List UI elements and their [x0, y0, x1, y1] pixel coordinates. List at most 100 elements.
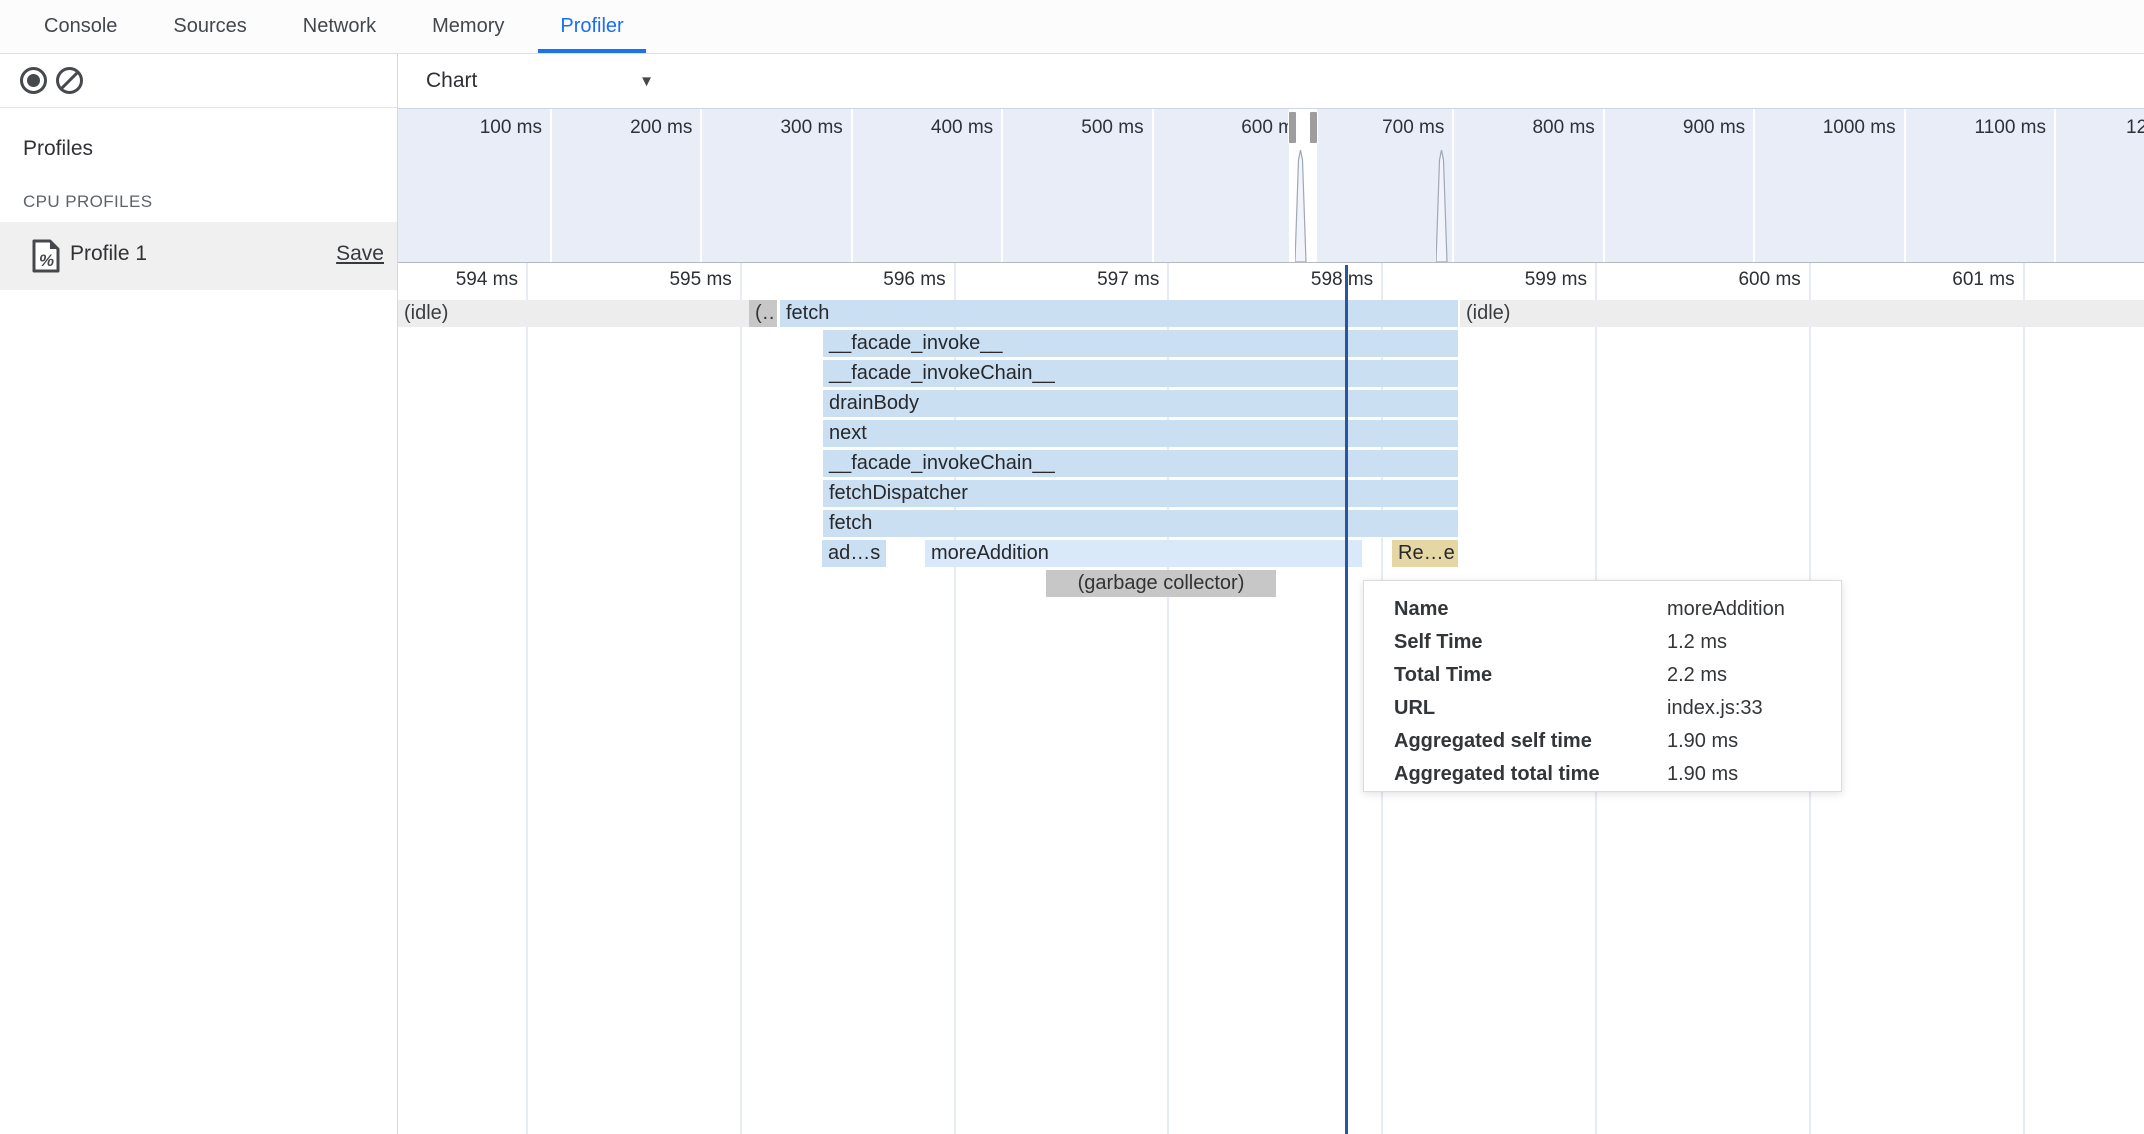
- ruler-tick-label: 599 ms: [1497, 263, 1587, 297]
- tooltip-field-label: URL: [1394, 692, 1667, 725]
- tab-label: Network: [303, 15, 376, 38]
- overview-gridline: [1904, 109, 1906, 262]
- tab-profiler[interactable]: Profiler: [532, 0, 651, 53]
- frame-details-tooltip: NamemoreAdditionSelf Time1.2 msTotal Tim…: [1363, 580, 1842, 792]
- profiler-toolbar: [0, 54, 397, 108]
- tooltip-row: Aggregated self time1.90 ms: [1394, 725, 1841, 758]
- overview-tick-label: 800 ms: [1507, 117, 1595, 139]
- ruler-tick-label: 596 ms: [856, 263, 946, 297]
- tooltip-field-label: Total Time: [1394, 659, 1667, 692]
- tab-network[interactable]: Network: [275, 0, 404, 53]
- tooltip-field-label: Aggregated self time: [1394, 725, 1667, 758]
- ruler-tick-label: 601 ms: [1925, 263, 2015, 297]
- selection-handle-left[interactable]: [1288, 111, 1297, 144]
- ruler-tick-label: 600 ms: [1711, 263, 1801, 297]
- overview-gridline: [1603, 109, 1605, 262]
- overview-tick-label: 400 ms: [905, 117, 993, 139]
- selection-handle-right[interactable]: [1309, 111, 1318, 144]
- overview-gridline: [1753, 109, 1755, 262]
- tab-label: Sources: [173, 15, 246, 38]
- overview-gridline: [700, 109, 702, 262]
- flame-bar[interactable]: __facade_invokeChain__: [823, 450, 1458, 477]
- clear-all-profiles-icon[interactable]: [56, 67, 83, 94]
- tooltip-field-value: 1.2 ms: [1667, 626, 1727, 659]
- chart-toolbar: Chart ▼: [398, 54, 2144, 108]
- flame-bar[interactable]: (…: [749, 300, 777, 327]
- overview-gridline: [550, 109, 552, 262]
- profiles-sidebar: Profiles CPU PROFILES % Profile 1 Save: [0, 54, 398, 1134]
- ruler-tick-label: 597 ms: [1069, 263, 1159, 297]
- tooltip-row: URLindex.js:33: [1394, 692, 1841, 725]
- tooltip-field-value: 1.90 ms: [1667, 725, 1738, 758]
- tab-label: Memory: [432, 15, 504, 38]
- cpu-activity-spike: [1436, 150, 1448, 262]
- profiler-main-panel: Chart ▼ 100 ms 200 ms 300 ms 400 ms 500 ms 60…: [398, 54, 2144, 1134]
- tab-memory[interactable]: Memory: [404, 0, 532, 53]
- profile-document-icon: %: [32, 239, 60, 273]
- record-button-icon[interactable]: [20, 67, 47, 94]
- flame-bar[interactable]: drainBody: [823, 390, 1458, 417]
- flame-bar[interactable]: (garbage collector): [1046, 570, 1276, 597]
- detail-gridline: [740, 263, 742, 1134]
- overview-tick-label: 100 ms: [454, 117, 542, 139]
- sidebar-title: Profiles: [23, 137, 93, 161]
- flame-bar[interactable]: (idle): [398, 300, 749, 327]
- detail-gridline: [526, 263, 528, 1134]
- overview-tick-label: 700 ms: [1356, 117, 1444, 139]
- tooltip-field-label: Name: [1394, 593, 1667, 626]
- profile-name: Profile 1: [70, 242, 147, 266]
- tooltip-field-value: index.js:33: [1667, 692, 1763, 725]
- tab-label: Profiler: [560, 15, 623, 38]
- ruler-tick-label: 595 ms: [642, 263, 732, 297]
- profile-overview-strip[interactable]: 100 ms 200 ms 300 ms 400 ms 500 ms 600 m 700 m…: [398, 108, 2144, 263]
- cpu-activity-spike: [1295, 150, 1307, 262]
- tab-console[interactable]: Console: [16, 0, 145, 53]
- view-mode-value: Chart: [426, 69, 477, 92]
- flame-bar[interactable]: fetchDispatcher: [823, 480, 1458, 507]
- flame-bar[interactable]: next: [823, 420, 1458, 447]
- devtools-tab-bar: Console Sources Network Memory Profiler: [0, 0, 2144, 54]
- overview-tick-label: 600 m: [1206, 117, 1294, 139]
- profile-list-item[interactable]: % Profile 1 Save: [0, 222, 397, 290]
- flame-bar[interactable]: ad…s: [822, 540, 886, 567]
- flame-bar[interactable]: moreAddition: [925, 540, 1362, 567]
- overview-tick-label: 1000 ms: [1808, 117, 1896, 139]
- detail-gridline: [2023, 263, 2025, 1134]
- overview-tick-label: 200 ms: [604, 117, 692, 139]
- svg-text:%: %: [39, 251, 54, 270]
- overview-tick-label-partial: 12: [2126, 117, 2144, 139]
- overview-tick-label: 900 ms: [1657, 117, 1745, 139]
- flame-bar[interactable]: fetch: [780, 300, 1458, 327]
- cpu-profiles-section-header: CPU PROFILES: [23, 192, 153, 212]
- chevron-down-icon: ▼: [639, 73, 654, 90]
- tooltip-row: NamemoreAddition: [1394, 593, 1841, 626]
- overview-tick-label: 1100 ms: [1958, 117, 2046, 139]
- timeline-ruler: 594 ms595 ms596 ms597 ms598 ms599 ms600 …: [398, 263, 2144, 297]
- tooltip-row: Self Time1.2 ms: [1394, 626, 1841, 659]
- overview-gridline: [1001, 109, 1003, 262]
- ruler-tick-label: 598 ms: [1283, 263, 1373, 297]
- flame-bar[interactable]: fetch: [823, 510, 1458, 537]
- tooltip-field-value: 2.2 ms: [1667, 659, 1727, 692]
- tooltip-field-value: 1.90 ms: [1667, 758, 1738, 791]
- overview-gridline: [851, 109, 853, 262]
- overview-tick-label: 500 ms: [1056, 117, 1144, 139]
- clear-slash: [60, 71, 80, 91]
- tooltip-field-label: Aggregated total time: [1394, 758, 1667, 791]
- flame-bar[interactable]: __facade_invokeChain__: [823, 360, 1458, 387]
- profile-save-link[interactable]: Save: [336, 242, 384, 266]
- overview-gridline: [2054, 109, 2056, 262]
- overview-tick-label: 300 ms: [755, 117, 843, 139]
- record-dot: [27, 74, 40, 87]
- overview-gridline: [1152, 109, 1154, 262]
- flame-bar[interactable]: (idle): [1460, 300, 2144, 327]
- tab-label: Console: [44, 15, 117, 38]
- flame-bar[interactable]: Re…e: [1392, 540, 1458, 567]
- timeline-cursor-line: [1345, 265, 1348, 1134]
- flame-bar[interactable]: __facade_invoke__: [823, 330, 1458, 357]
- tooltip-row: Aggregated total time1.90 ms: [1394, 758, 1841, 791]
- tab-sources[interactable]: Sources: [145, 0, 274, 53]
- tooltip-field-value: moreAddition: [1667, 593, 1785, 626]
- overview-gridline: [1452, 109, 1454, 262]
- view-mode-select[interactable]: Chart ▼: [426, 65, 676, 97]
